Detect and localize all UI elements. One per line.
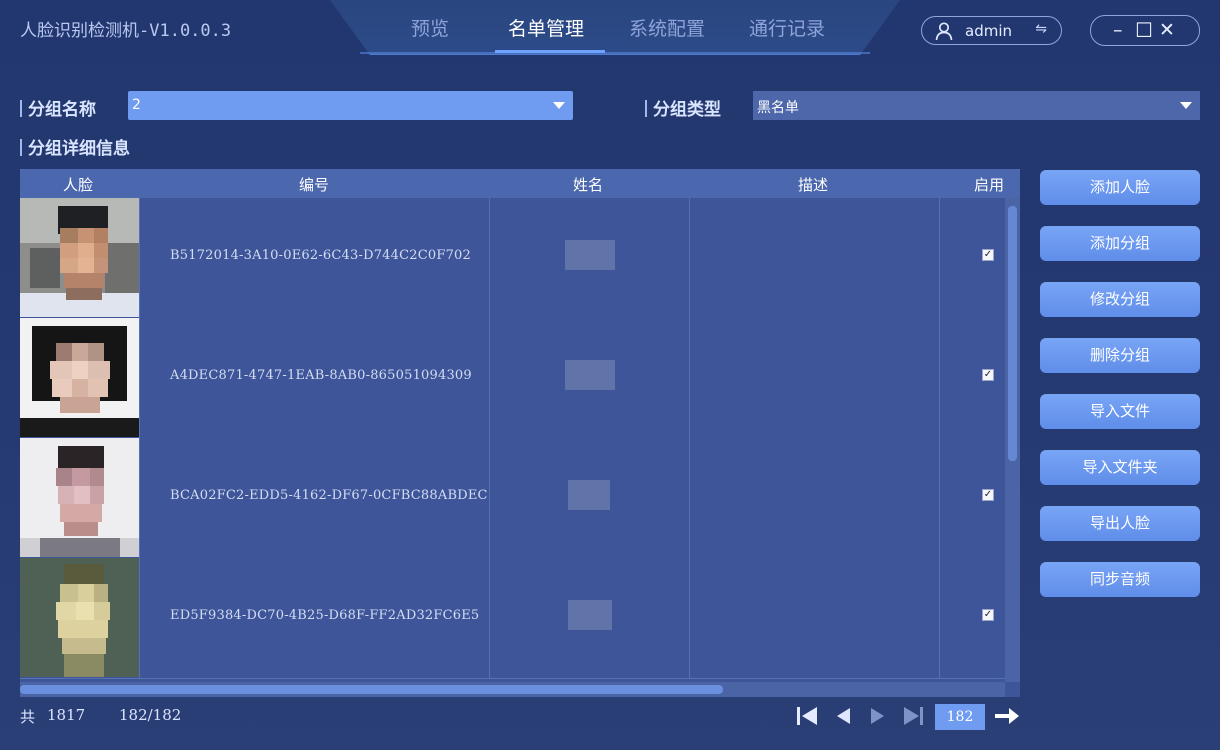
vertical-scroll-thumb[interactable] (1008, 206, 1017, 461)
delete-group-button[interactable]: 删除分组 (1040, 338, 1200, 373)
enabled-checkbox[interactable]: ✓ (982, 369, 994, 381)
name-redacted (565, 360, 615, 390)
header-description: 描述 (798, 176, 829, 194)
table-row[interactable]: A4DEC871-4747-1EAB-8AB0-865051094309 ✓ (20, 318, 1005, 439)
import-folder-button[interactable]: 导入文件夹 (1040, 450, 1200, 485)
add-face-button[interactable]: 添加人脸 (1040, 170, 1200, 205)
app-title: 人脸识别检测机-V1.0.0.3 (20, 21, 232, 41)
horizontal-scroll-thumb[interactable] (20, 685, 723, 694)
user-menu[interactable]: admin ⇋ (921, 16, 1062, 45)
group-name-value: 2 (132, 97, 141, 113)
vertical-scrollbar[interactable] (1005, 198, 1020, 682)
username: admin (965, 22, 1012, 40)
group-type-label: 分组类型 (645, 95, 721, 120)
switch-user-icon[interactable]: ⇋ (1035, 21, 1047, 37)
page-number-input[interactable]: 182 (935, 704, 985, 730)
user-icon (935, 22, 953, 41)
enabled-checkbox[interactable]: ✓ (982, 249, 994, 261)
face-code: A4DEC871-4747-1EAB-8AB0-865051094309 (170, 368, 472, 383)
enabled-checkbox[interactable]: ✓ (982, 609, 994, 621)
face-thumbnail (20, 198, 139, 317)
face-table: 人脸 编号 姓名 描述 启用 B5172014-3A10-0E62-6C43-D… (20, 169, 1020, 697)
import-file-button[interactable]: 导入文件 (1040, 394, 1200, 429)
add-group-button[interactable]: 添加分组 (1040, 226, 1200, 261)
export-faces-button[interactable]: 导出人脸 (1040, 506, 1200, 541)
table-header: 人脸 编号 姓名 描述 启用 (20, 169, 1020, 198)
enabled-checkbox[interactable]: ✓ (982, 489, 994, 501)
name-redacted (568, 600, 612, 630)
table-row[interactable]: ED5F9384-DC70-4B25-D68F-FF2AD32FC6E5 ✓ (20, 558, 1005, 679)
group-type-value: 黑名单 (757, 100, 799, 116)
group-type-select[interactable]: 黑名单 (753, 91, 1200, 120)
face-code: B5172014-3A10-0E62-6C43-D744C2C0F702 (170, 248, 471, 263)
first-page-icon[interactable] (795, 704, 821, 728)
prev-page-icon[interactable] (830, 704, 856, 728)
next-page-icon[interactable] (865, 704, 891, 728)
total-count: 1817 (47, 706, 86, 724)
group-name-select[interactable]: 2 (128, 91, 573, 120)
edit-group-button[interactable]: 修改分组 (1040, 282, 1200, 317)
maximize-icon[interactable]: ☐ (1135, 20, 1153, 40)
name-redacted (565, 240, 615, 270)
window-controls: – ☐ ✕ (1090, 15, 1200, 46)
last-page-icon[interactable] (900, 704, 926, 728)
table-row[interactable]: BCA02FC2-EDD5-4162-DF67-0CFBC88ABDEC ✓ (20, 438, 1005, 559)
tab-list-management[interactable]: 名单管理 (508, 14, 584, 41)
total-label: 共 (20, 708, 36, 726)
tab-preview[interactable]: 预览 (411, 14, 449, 41)
active-tab-indicator (495, 50, 605, 53)
group-name-label: 分组名称 (20, 95, 96, 120)
nav-plate-glow (360, 52, 870, 54)
chevron-down-icon (553, 102, 565, 109)
header-face: 人脸 (63, 176, 94, 194)
sync-audio-button[interactable]: 同步音频 (1040, 562, 1200, 597)
face-code: BCA02FC2-EDD5-4162-DF67-0CFBC88ABDEC (170, 488, 488, 503)
close-icon[interactable]: ✕ (1159, 20, 1175, 40)
header-enabled: 启用 (974, 176, 1005, 194)
tab-access-records[interactable]: 通行记录 (749, 14, 825, 41)
go-arrow-icon[interactable] (994, 704, 1020, 728)
header-code: 编号 (299, 176, 330, 194)
face-thumbnail (20, 318, 139, 437)
table-row[interactable]: B5172014-3A10-0E62-6C43-D744C2C0F702 ✓ (20, 198, 1005, 319)
tab-system-config[interactable]: 系统配置 (629, 14, 705, 41)
face-code: ED5F9384-DC70-4B25-D68F-FF2AD32FC6E5 (170, 608, 480, 623)
minimize-icon[interactable]: – (1113, 20, 1123, 40)
horizontal-scrollbar[interactable] (20, 682, 1005, 697)
group-details-label: 分组详细信息 (20, 134, 130, 159)
header-name: 姓名 (573, 176, 604, 194)
page-info: 182/182 (119, 706, 182, 724)
chevron-down-icon (1180, 102, 1192, 109)
face-thumbnail (20, 558, 139, 677)
name-redacted (568, 480, 610, 510)
face-thumbnail (20, 438, 139, 557)
